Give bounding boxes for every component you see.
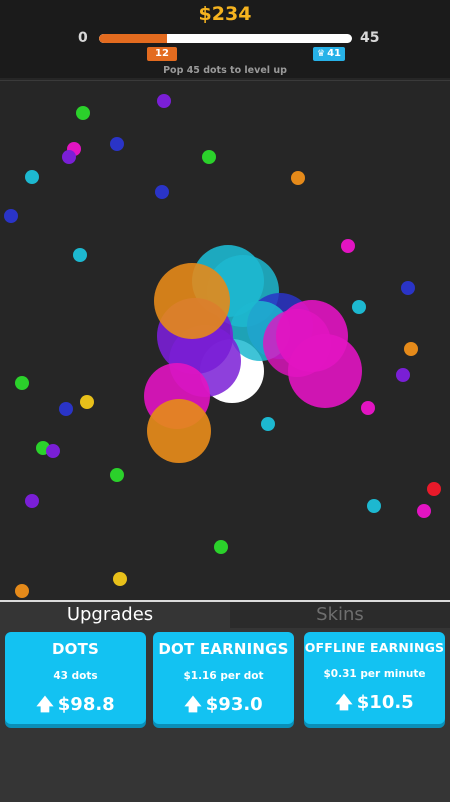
small-dot[interactable] bbox=[361, 401, 375, 415]
upgrades-panel: Upgrades Skins DOTS 43 dots 🡅 $98.8 DOT E… bbox=[0, 600, 450, 802]
offline-price-text: $10.5 bbox=[356, 692, 414, 713]
offline-earnings-upgrade-card[interactable]: OFFLINE EARNINGS $0.31 per minute 🡅 $10.5 bbox=[304, 632, 445, 724]
small-dot[interactable] bbox=[76, 106, 90, 120]
earnings-card-price: 🡅 $93.0 bbox=[153, 692, 294, 721]
target-count-text: 41 bbox=[327, 48, 341, 59]
small-dot[interactable] bbox=[59, 402, 73, 416]
dots-card-price: 🡅 $98.8 bbox=[5, 692, 146, 721]
small-dot[interactable] bbox=[25, 494, 39, 508]
crown-icon: ♛ bbox=[317, 49, 326, 59]
up-arrow-icon: 🡅 bbox=[36, 695, 54, 715]
small-dot[interactable] bbox=[341, 239, 355, 253]
earnings-card-title: DOT EARNINGS bbox=[158, 640, 289, 658]
target-count-badge: ♛ 41 bbox=[313, 47, 345, 61]
small-dot[interactable] bbox=[110, 468, 124, 482]
small-dot[interactable] bbox=[155, 185, 169, 199]
small-dot[interactable] bbox=[214, 540, 228, 554]
small-dot[interactable] bbox=[417, 504, 431, 518]
small-dot[interactable] bbox=[291, 171, 305, 185]
up-arrow-icon: 🡅 bbox=[184, 695, 202, 715]
small-dot[interactable] bbox=[15, 376, 29, 390]
up-arrow-icon: 🡅 bbox=[335, 693, 353, 713]
small-dot[interactable] bbox=[396, 368, 410, 382]
earnings-card-subtitle: $1.16 per dot bbox=[183, 670, 264, 682]
small-dot[interactable] bbox=[73, 248, 87, 262]
level-progress-fill bbox=[99, 34, 168, 43]
small-dot[interactable] bbox=[367, 499, 381, 513]
big-dot[interactable] bbox=[263, 309, 331, 377]
level-up-hint: Pop 45 dots to level up bbox=[163, 65, 287, 76]
small-dot[interactable] bbox=[157, 94, 171, 108]
earnings-price-text: $93.0 bbox=[205, 694, 263, 715]
tab-skins[interactable]: Skins bbox=[230, 602, 450, 628]
big-dot[interactable] bbox=[147, 399, 211, 463]
small-dot[interactable] bbox=[202, 150, 216, 164]
money-display: $234 bbox=[198, 3, 252, 25]
dots-card-title: DOTS bbox=[51, 640, 100, 658]
offline-card-price: 🡅 $10.5 bbox=[304, 690, 445, 719]
level-start-label: 0 bbox=[78, 30, 88, 46]
small-dot[interactable] bbox=[404, 342, 418, 356]
small-dot[interactable] bbox=[25, 170, 39, 184]
offline-card-subtitle: $0.31 per minute bbox=[323, 668, 426, 680]
dots-upgrade-card[interactable]: DOTS 43 dots 🡅 $98.8 bbox=[5, 632, 146, 724]
dots-price-text: $98.8 bbox=[57, 694, 115, 715]
game-arena[interactable] bbox=[0, 80, 450, 601]
small-dot[interactable] bbox=[62, 150, 76, 164]
current-count-badge: 12 bbox=[147, 47, 177, 61]
top-bar: $234 0 45 12 ♛ 41 Pop 45 dots to level up bbox=[0, 0, 450, 78]
big-dot[interactable] bbox=[154, 263, 230, 339]
small-dot[interactable] bbox=[113, 572, 127, 586]
small-dot[interactable] bbox=[427, 482, 441, 496]
offline-card-title: OFFLINE EARNINGS bbox=[304, 640, 445, 655]
level-progress-bar bbox=[99, 34, 352, 43]
small-dot[interactable] bbox=[46, 444, 60, 458]
small-dot[interactable] bbox=[352, 300, 366, 314]
small-dot[interactable] bbox=[261, 417, 275, 431]
small-dot[interactable] bbox=[15, 584, 29, 598]
small-dot[interactable] bbox=[80, 395, 94, 409]
dot-earnings-upgrade-card[interactable]: DOT EARNINGS $1.16 per dot 🡅 $93.0 bbox=[153, 632, 294, 724]
small-dot[interactable] bbox=[401, 281, 415, 295]
dots-canvas[interactable] bbox=[0, 81, 450, 601]
level-end-label: 45 bbox=[360, 30, 380, 46]
dots-card-subtitle: 43 dots bbox=[53, 670, 98, 682]
small-dot[interactable] bbox=[110, 137, 124, 151]
small-dot[interactable] bbox=[4, 209, 18, 223]
tab-upgrades[interactable]: Upgrades bbox=[0, 602, 220, 628]
